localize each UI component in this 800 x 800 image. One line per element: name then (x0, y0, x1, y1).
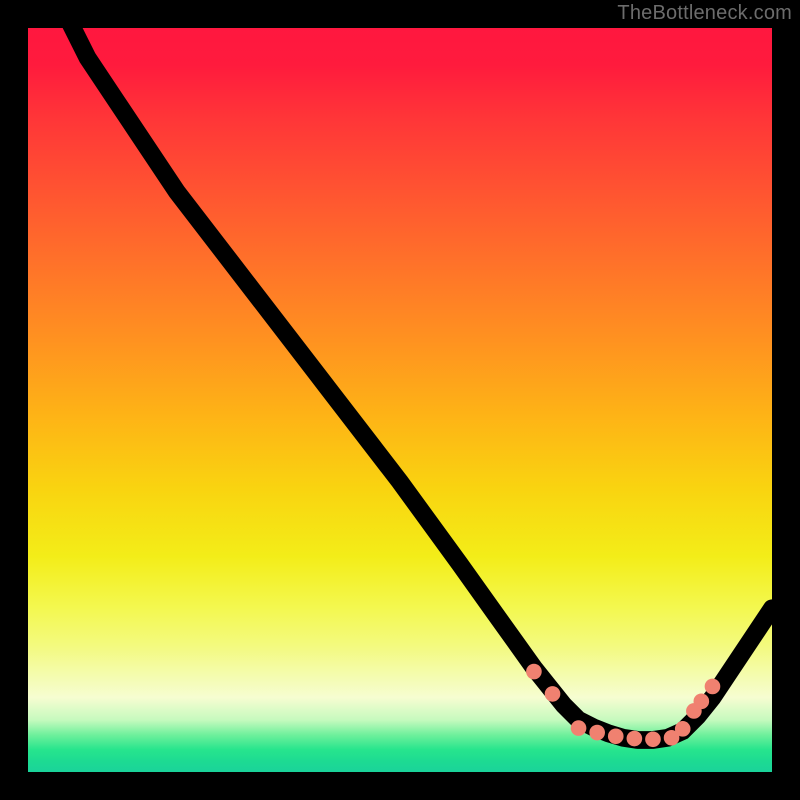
marker-dot (526, 664, 542, 680)
marker-dot (589, 725, 605, 741)
marker-dot (608, 728, 624, 744)
watermark-text: TheBottleneck.com (617, 2, 792, 25)
chart-frame: TheBottleneck.com (0, 0, 800, 800)
marker-dot (571, 720, 587, 736)
marker-dot (675, 721, 691, 737)
marker-dot (545, 686, 561, 702)
marker-dot (705, 679, 721, 695)
marker-dot (694, 694, 710, 710)
curve-line (65, 28, 772, 740)
chart-svg (28, 28, 772, 772)
plot-area (28, 28, 772, 772)
marker-dot (627, 731, 643, 747)
marker-dot (645, 731, 661, 747)
